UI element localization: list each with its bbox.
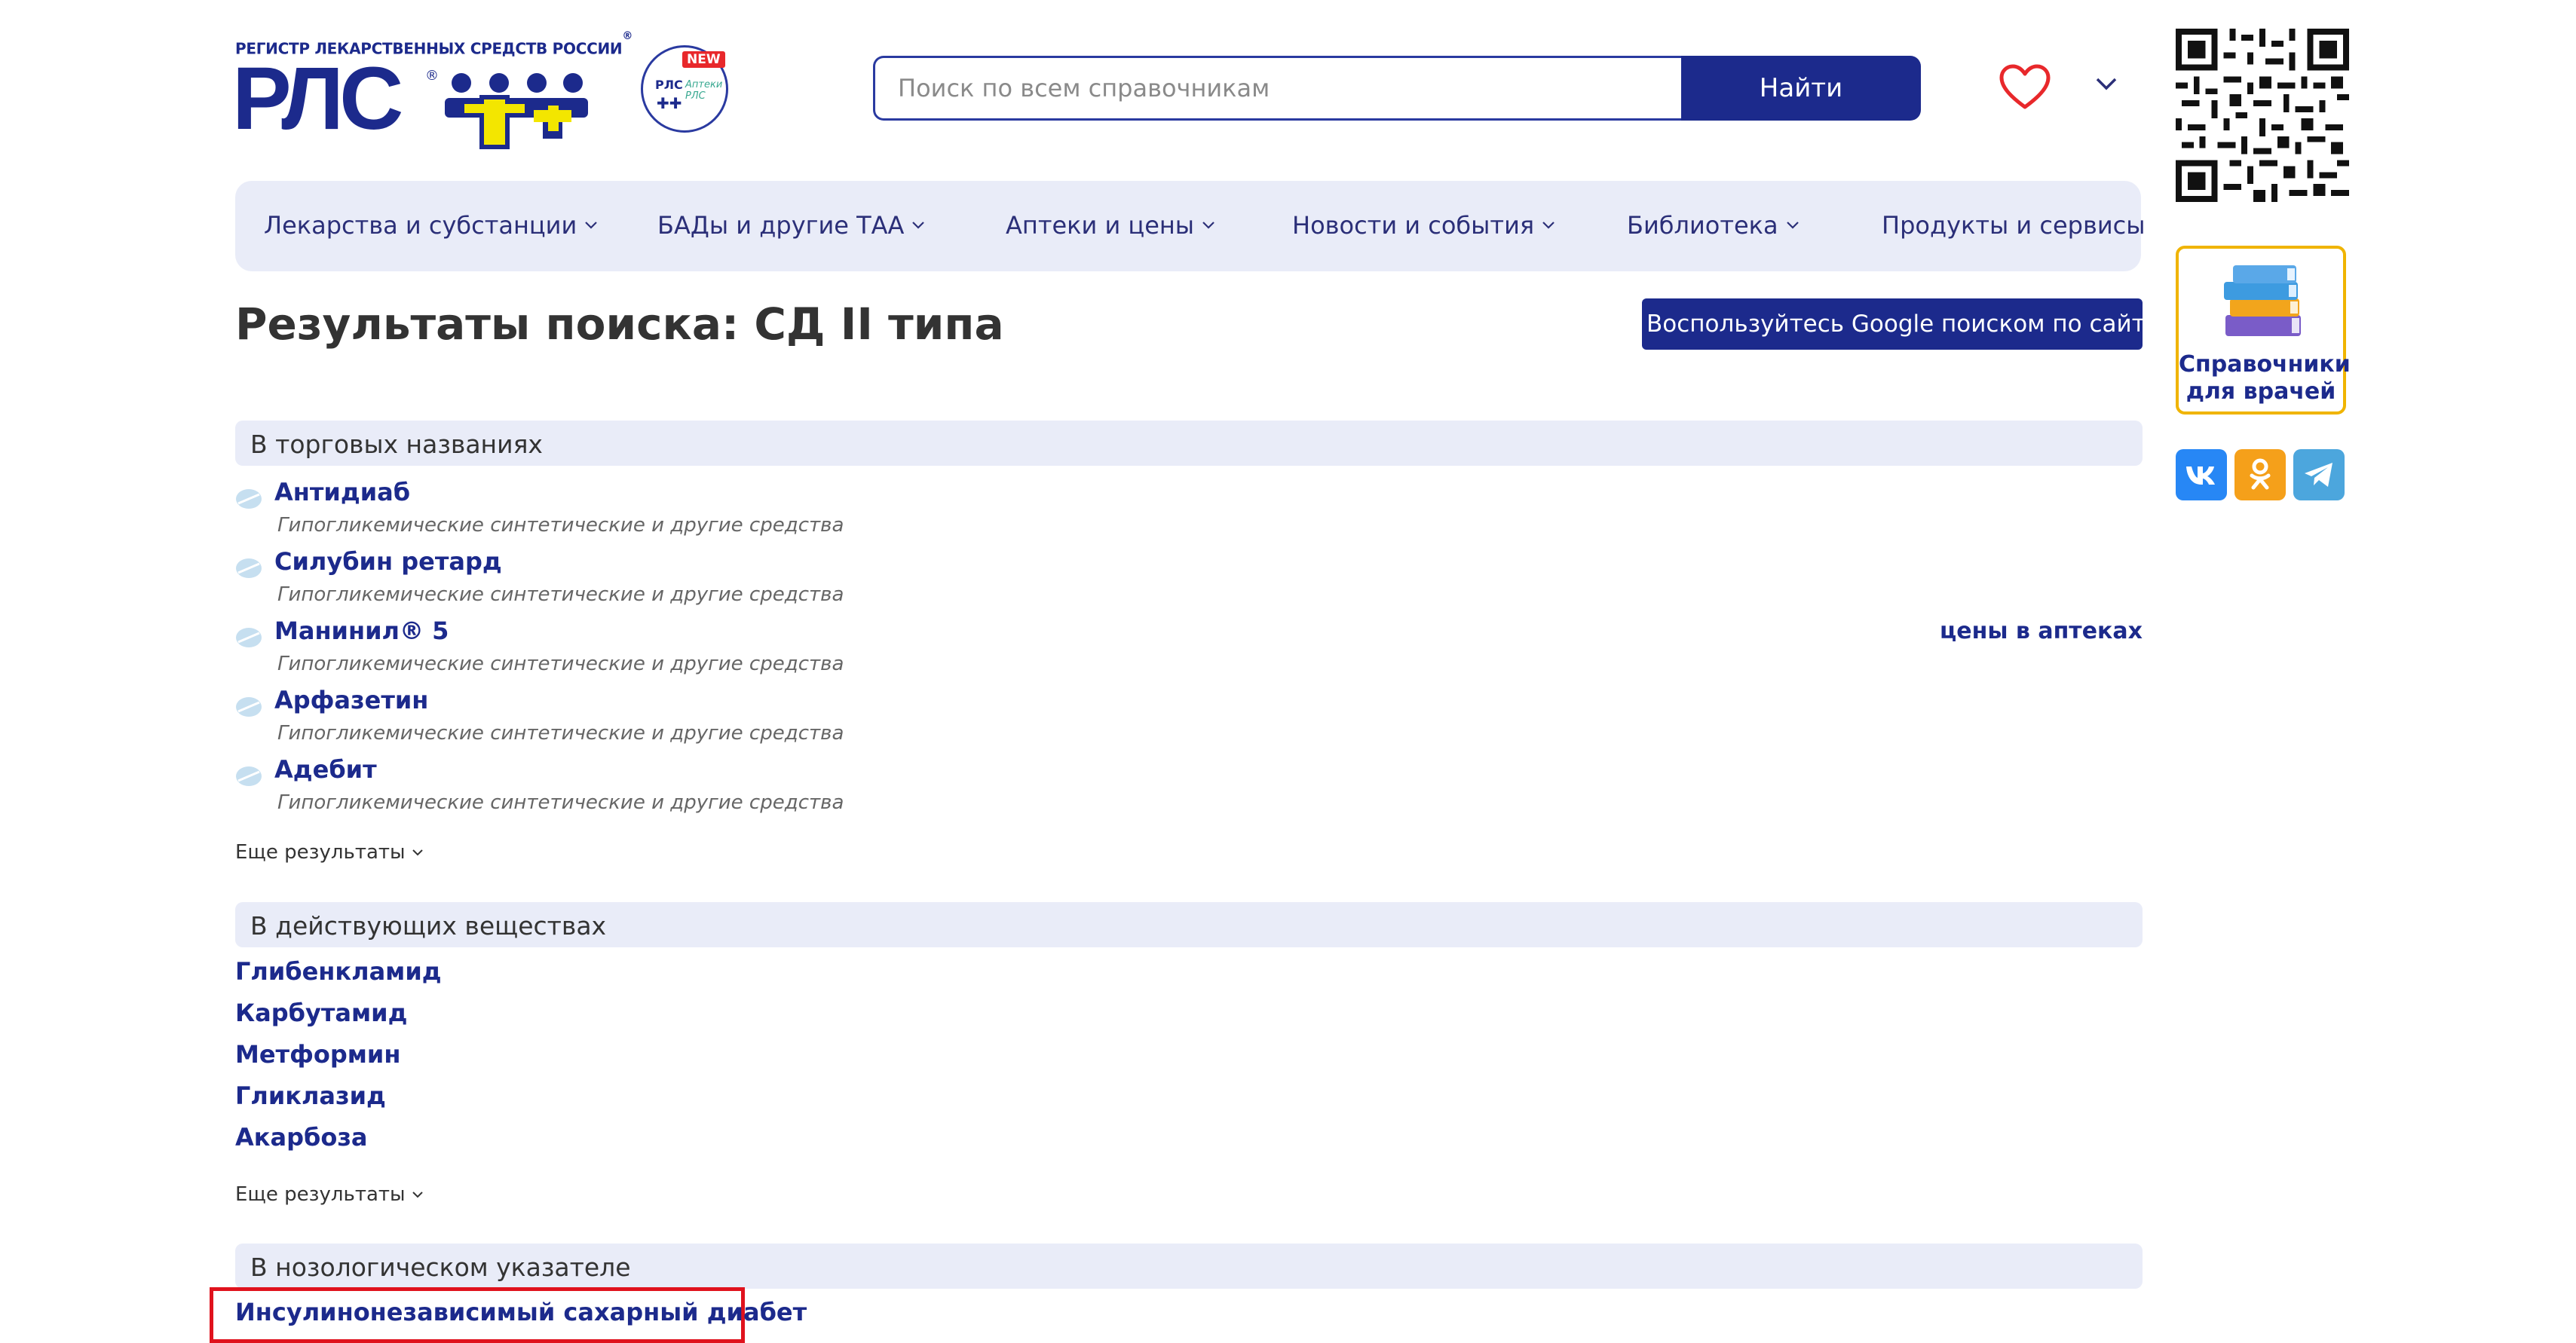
list-item: Арфазетин Гипогликемические синтетически… xyxy=(235,683,2143,752)
google-search-button[interactable]: Воспользуйтесь Google поиском по сайту xyxy=(1642,298,2159,350)
main-nav: Лекарства и субстанции БАДы и другие ТАА… xyxy=(235,181,2146,271)
drug-class: Гипогликемические синтетические и другие… xyxy=(277,653,844,675)
pill-icon xyxy=(236,558,262,578)
rls-logo[interactable]: РЕГИСТР ЛЕКАРСТВЕННЫХ СРЕДСТВ РОССИИ® РЛ… xyxy=(232,29,633,149)
nav-item-products[interactable]: Продукты и сервисы xyxy=(1882,211,2146,240)
substance-link[interactable]: Акарбоза xyxy=(235,1123,368,1152)
chevron-down-icon xyxy=(412,849,423,855)
more-results-substances[interactable]: Еще результаты xyxy=(235,1183,424,1206)
section-nosology-index: В нозологическом указателе xyxy=(235,1244,2143,1289)
doctor-references-label: Справочники для врачей xyxy=(2179,351,2351,405)
chevron-down-icon xyxy=(412,1191,423,1198)
app-badge-subtitle: Аптеки РЛС xyxy=(685,79,723,102)
chevron-down-icon xyxy=(912,222,925,229)
list-item: Антидиаб Гипогликемические синтетические… xyxy=(235,475,2143,544)
drug-name-link[interactable]: Силубин ретард xyxy=(274,547,502,576)
list-item: Манинил® 5 Гипогликемические синтетическ… xyxy=(235,613,2143,683)
list-item: Адебит Гипогликемические синтетические и… xyxy=(235,752,2143,821)
nav-item-library[interactable]: Библиотека xyxy=(1627,211,1800,240)
substance-link[interactable]: Метформин xyxy=(235,1040,400,1069)
pill-icon xyxy=(236,766,262,786)
nav-item-news[interactable]: Новости и события xyxy=(1292,211,1555,240)
qr-code-icon xyxy=(2176,29,2349,202)
drug-name-link[interactable]: Антидиаб xyxy=(274,478,410,506)
drug-class: Гипогликемические синтетические и другие… xyxy=(277,514,844,537)
chevron-down-icon xyxy=(1542,222,1554,229)
telegram-logo-icon xyxy=(2305,463,2332,487)
chevron-down-icon xyxy=(1786,222,1799,229)
telegram-icon[interactable] xyxy=(2293,449,2345,500)
pill-icon xyxy=(236,628,262,647)
favorites-heart-icon[interactable] xyxy=(1998,63,2052,112)
vk-icon[interactable] xyxy=(2176,449,2227,500)
odnoklassniki-icon[interactable] xyxy=(2234,449,2286,500)
ok-logo-icon xyxy=(2250,458,2271,490)
pill-icon xyxy=(236,489,262,509)
app-badge-plus-icon: ✚✚ xyxy=(657,94,682,112)
pharmacy-prices-link[interactable]: цены в аптеках xyxy=(1940,618,2143,644)
section-heading: В торговых названиях xyxy=(250,430,543,459)
search-button[interactable]: Найти xyxy=(1681,56,1921,121)
nav-item-pharmacies[interactable]: Аптеки и цены xyxy=(1006,211,1215,240)
logo-wordmark: РЛС xyxy=(232,49,403,148)
section-trade-names: В торговых названиях xyxy=(235,421,2143,466)
new-badge: NEW xyxy=(682,51,725,68)
pill-icon xyxy=(236,697,262,717)
app-badge-brand: РЛС xyxy=(655,78,683,92)
list-item: Силубин ретард Гипогликемические синтети… xyxy=(235,544,2143,613)
section-heading: В нозологическом указателе xyxy=(250,1253,631,1282)
doctor-references-card[interactable]: Справочники для врачей xyxy=(2176,246,2351,415)
substance-link[interactable]: Глибенкламид xyxy=(235,957,442,986)
more-results-trade-names[interactable]: Еще результаты xyxy=(235,841,424,864)
drug-name-link[interactable]: Адебит xyxy=(274,755,377,784)
nav-item-supplements[interactable]: БАДы и другие ТАА xyxy=(657,211,925,240)
nav-item-drugs[interactable]: Лекарства и субстанции xyxy=(264,211,598,240)
logo-figures-icon xyxy=(445,73,588,149)
drug-name-link[interactable]: Манинил® 5 xyxy=(274,616,449,645)
drug-name-link[interactable]: Арфазетин xyxy=(274,686,428,714)
chevron-down-icon[interactable] xyxy=(2094,75,2118,92)
chevron-down-icon xyxy=(1202,222,1214,229)
nosology-link[interactable]: Инсулинонезависимый сахарный диабет xyxy=(235,1298,807,1326)
logo-registered-mark: ® xyxy=(425,68,439,84)
vk-logo-icon xyxy=(2186,467,2215,485)
drug-class: Гипогликемические синтетические и другие… xyxy=(277,722,844,745)
section-active-substances: В действующих веществах xyxy=(235,902,2143,947)
pharmacy-app-badge[interactable]: NEW РЛС ✚✚ Аптеки РЛС xyxy=(641,45,728,133)
substance-link[interactable]: Карбутамид xyxy=(235,999,407,1027)
substance-link[interactable]: Гликлазид xyxy=(235,1081,386,1110)
page-title: Результаты поиска: СД II типа xyxy=(235,298,1004,350)
drug-class: Гипогликемические синтетические и другие… xyxy=(277,583,844,606)
chevron-down-icon xyxy=(585,222,598,229)
books-icon xyxy=(2224,265,2301,336)
search-input[interactable] xyxy=(873,56,1681,121)
section-heading: В действующих веществах xyxy=(250,911,607,941)
search-bar: Найти xyxy=(873,56,1921,121)
drug-class: Гипогликемические синтетические и другие… xyxy=(277,791,844,814)
